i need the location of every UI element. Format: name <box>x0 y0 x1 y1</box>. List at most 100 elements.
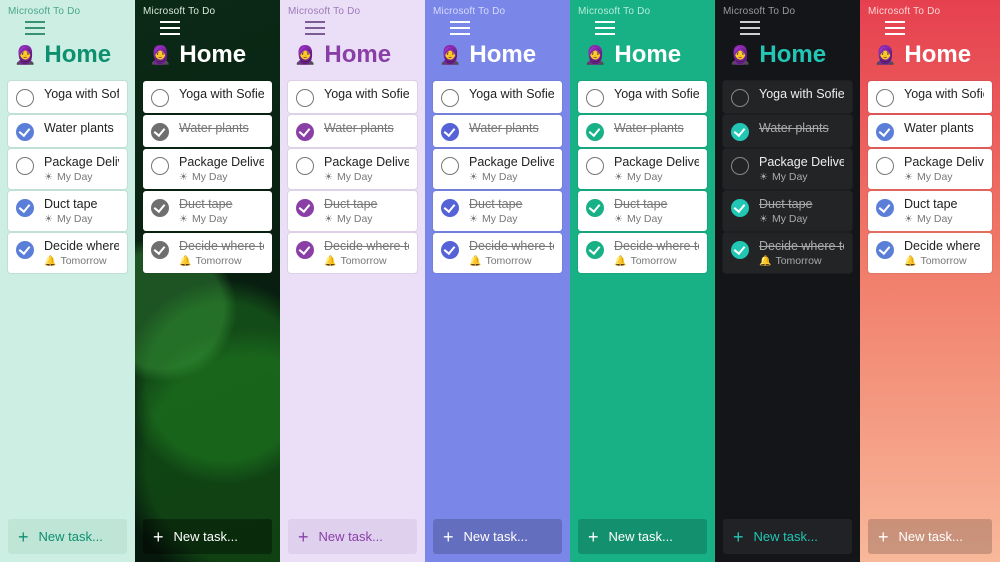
task-label: Decide where to go for the weekend <box>44 239 119 253</box>
checked-circle-icon[interactable] <box>16 199 34 217</box>
task-row[interactable]: Duct tape☀My Day <box>8 191 127 231</box>
task-row[interactable]: Package Delivery☀My Day <box>8 149 127 189</box>
checked-circle-icon[interactable] <box>586 199 604 217</box>
new-task-button[interactable]: +New task... <box>143 519 272 554</box>
checked-circle-icon[interactable] <box>876 123 894 141</box>
task-row[interactable]: Package Delivery☀My Day <box>433 149 562 189</box>
task-row[interactable]: Duct tape☀My Day <box>723 191 852 231</box>
checked-circle-icon[interactable] <box>731 199 749 217</box>
task-row[interactable]: Water plants <box>723 115 852 147</box>
task-label: Decide where to go for the weekend <box>324 239 409 253</box>
task-label: Water plants <box>179 121 249 135</box>
task-list: Yoga with Sofie Water plants Package Deliv… <box>135 81 280 273</box>
unchecked-circle-icon[interactable] <box>586 157 604 175</box>
task-row[interactable]: Yoga with Sofie <box>288 81 417 113</box>
menu-icon[interactable] <box>0 19 135 41</box>
task-meta-text: My Day <box>192 171 228 183</box>
unchecked-circle-icon[interactable] <box>296 89 314 107</box>
task-row[interactable]: Decide where to go for the weekend🔔Tomor… <box>868 233 992 273</box>
task-row[interactable]: Decide where to go for the weekend🔔Tomor… <box>723 233 852 273</box>
task-row[interactable]: Package Delivery☀My Day <box>868 149 992 189</box>
unchecked-circle-icon[interactable] <box>731 89 749 107</box>
menu-icon[interactable] <box>135 19 280 41</box>
menu-icon[interactable] <box>860 19 1000 41</box>
checked-circle-icon[interactable] <box>441 123 459 141</box>
unchecked-circle-icon[interactable] <box>731 157 749 175</box>
task-row[interactable]: Decide where to go for the weekend🔔Tomor… <box>288 233 417 273</box>
checked-circle-icon[interactable] <box>151 123 169 141</box>
unchecked-circle-icon[interactable] <box>441 89 459 107</box>
task-row[interactable]: Duct tape☀My Day <box>288 191 417 231</box>
new-task-button[interactable]: +New task... <box>578 519 707 554</box>
list-header: 🧕Home <box>0 41 135 81</box>
new-task-button[interactable]: +New task... <box>868 519 992 554</box>
task-row[interactable]: Decide where to go for the weekend🔔Tomor… <box>433 233 562 273</box>
checked-circle-icon[interactable] <box>731 241 749 259</box>
new-task-button[interactable]: +New task... <box>288 519 417 554</box>
unchecked-circle-icon[interactable] <box>16 157 34 175</box>
checked-circle-icon[interactable] <box>441 199 459 217</box>
checked-circle-icon[interactable] <box>296 199 314 217</box>
task-row[interactable]: Yoga with Sofie <box>578 81 707 113</box>
task-row[interactable]: Yoga with Sofie <box>868 81 992 113</box>
new-task-button[interactable]: +New task... <box>723 519 852 554</box>
menu-icon[interactable] <box>570 19 715 41</box>
unchecked-circle-icon[interactable] <box>16 89 34 107</box>
task-meta: ☀My Day <box>904 213 958 225</box>
unchecked-circle-icon[interactable] <box>876 157 894 175</box>
task-row[interactable]: Duct tape☀My Day <box>578 191 707 231</box>
unchecked-circle-icon[interactable] <box>296 157 314 175</box>
sun-icon: ☀ <box>469 171 478 183</box>
task-row[interactable]: Water plants <box>288 115 417 147</box>
task-row[interactable]: Yoga with Sofie <box>723 81 852 113</box>
task-label: Water plants <box>324 121 394 135</box>
unchecked-circle-icon[interactable] <box>151 157 169 175</box>
new-task-button[interactable]: +New task... <box>8 519 127 554</box>
task-meta-text: My Day <box>627 213 663 225</box>
task-row[interactable]: Package Delivery☀My Day <box>288 149 417 189</box>
menu-icon[interactable] <box>425 19 570 41</box>
task-row[interactable]: Yoga with Sofie <box>143 81 272 113</box>
checked-circle-icon[interactable] <box>16 123 34 141</box>
unchecked-circle-icon[interactable] <box>441 157 459 175</box>
checked-circle-icon[interactable] <box>876 241 894 259</box>
task-row[interactable]: Water plants <box>578 115 707 147</box>
task-row[interactable]: Package Delivery☀My Day <box>143 149 272 189</box>
menu-icon[interactable] <box>280 19 425 41</box>
new-task-button[interactable]: +New task... <box>433 519 562 554</box>
unchecked-circle-icon[interactable] <box>586 89 604 107</box>
task-row[interactable]: Decide where to go for the weekend🔔Tomor… <box>578 233 707 273</box>
task-row[interactable]: Duct tape☀My Day <box>143 191 272 231</box>
task-row[interactable]: Decide where to go for the weekend🔔Tomor… <box>8 233 127 273</box>
checked-circle-icon[interactable] <box>731 123 749 141</box>
task-label: Yoga with Sofie <box>614 87 699 101</box>
task-row[interactable]: Water plants <box>143 115 272 147</box>
task-meta: ☀My Day <box>179 213 233 225</box>
task-label: Decide where to go for the weekend <box>904 239 984 253</box>
task-row[interactable]: Water plants <box>8 115 127 147</box>
checked-circle-icon[interactable] <box>296 241 314 259</box>
checked-circle-icon[interactable] <box>296 123 314 141</box>
checked-circle-icon[interactable] <box>586 123 604 141</box>
task-meta: ☀My Day <box>179 171 264 183</box>
checked-circle-icon[interactable] <box>16 241 34 259</box>
checked-circle-icon[interactable] <box>151 241 169 259</box>
task-row[interactable]: Yoga with Sofie <box>8 81 127 113</box>
menu-icon[interactable] <box>715 19 860 41</box>
task-row[interactable]: Yoga with Sofie <box>433 81 562 113</box>
sun-icon: ☀ <box>179 213 188 225</box>
checked-circle-icon[interactable] <box>441 241 459 259</box>
app-title: Microsoft To Do <box>135 0 280 19</box>
task-row[interactable]: Package Delivery☀My Day <box>578 149 707 189</box>
task-row[interactable]: Water plants <box>868 115 992 147</box>
checked-circle-icon[interactable] <box>876 199 894 217</box>
checked-circle-icon[interactable] <box>586 241 604 259</box>
task-row[interactable]: Package Delivery☀My Day <box>723 149 852 189</box>
unchecked-circle-icon[interactable] <box>151 89 169 107</box>
task-row[interactable]: Decide where to go for the weekend🔔Tomor… <box>143 233 272 273</box>
unchecked-circle-icon[interactable] <box>876 89 894 107</box>
task-row[interactable]: Water plants <box>433 115 562 147</box>
task-row[interactable]: Duct tape☀My Day <box>868 191 992 231</box>
checked-circle-icon[interactable] <box>151 199 169 217</box>
task-row[interactable]: Duct tape☀My Day <box>433 191 562 231</box>
